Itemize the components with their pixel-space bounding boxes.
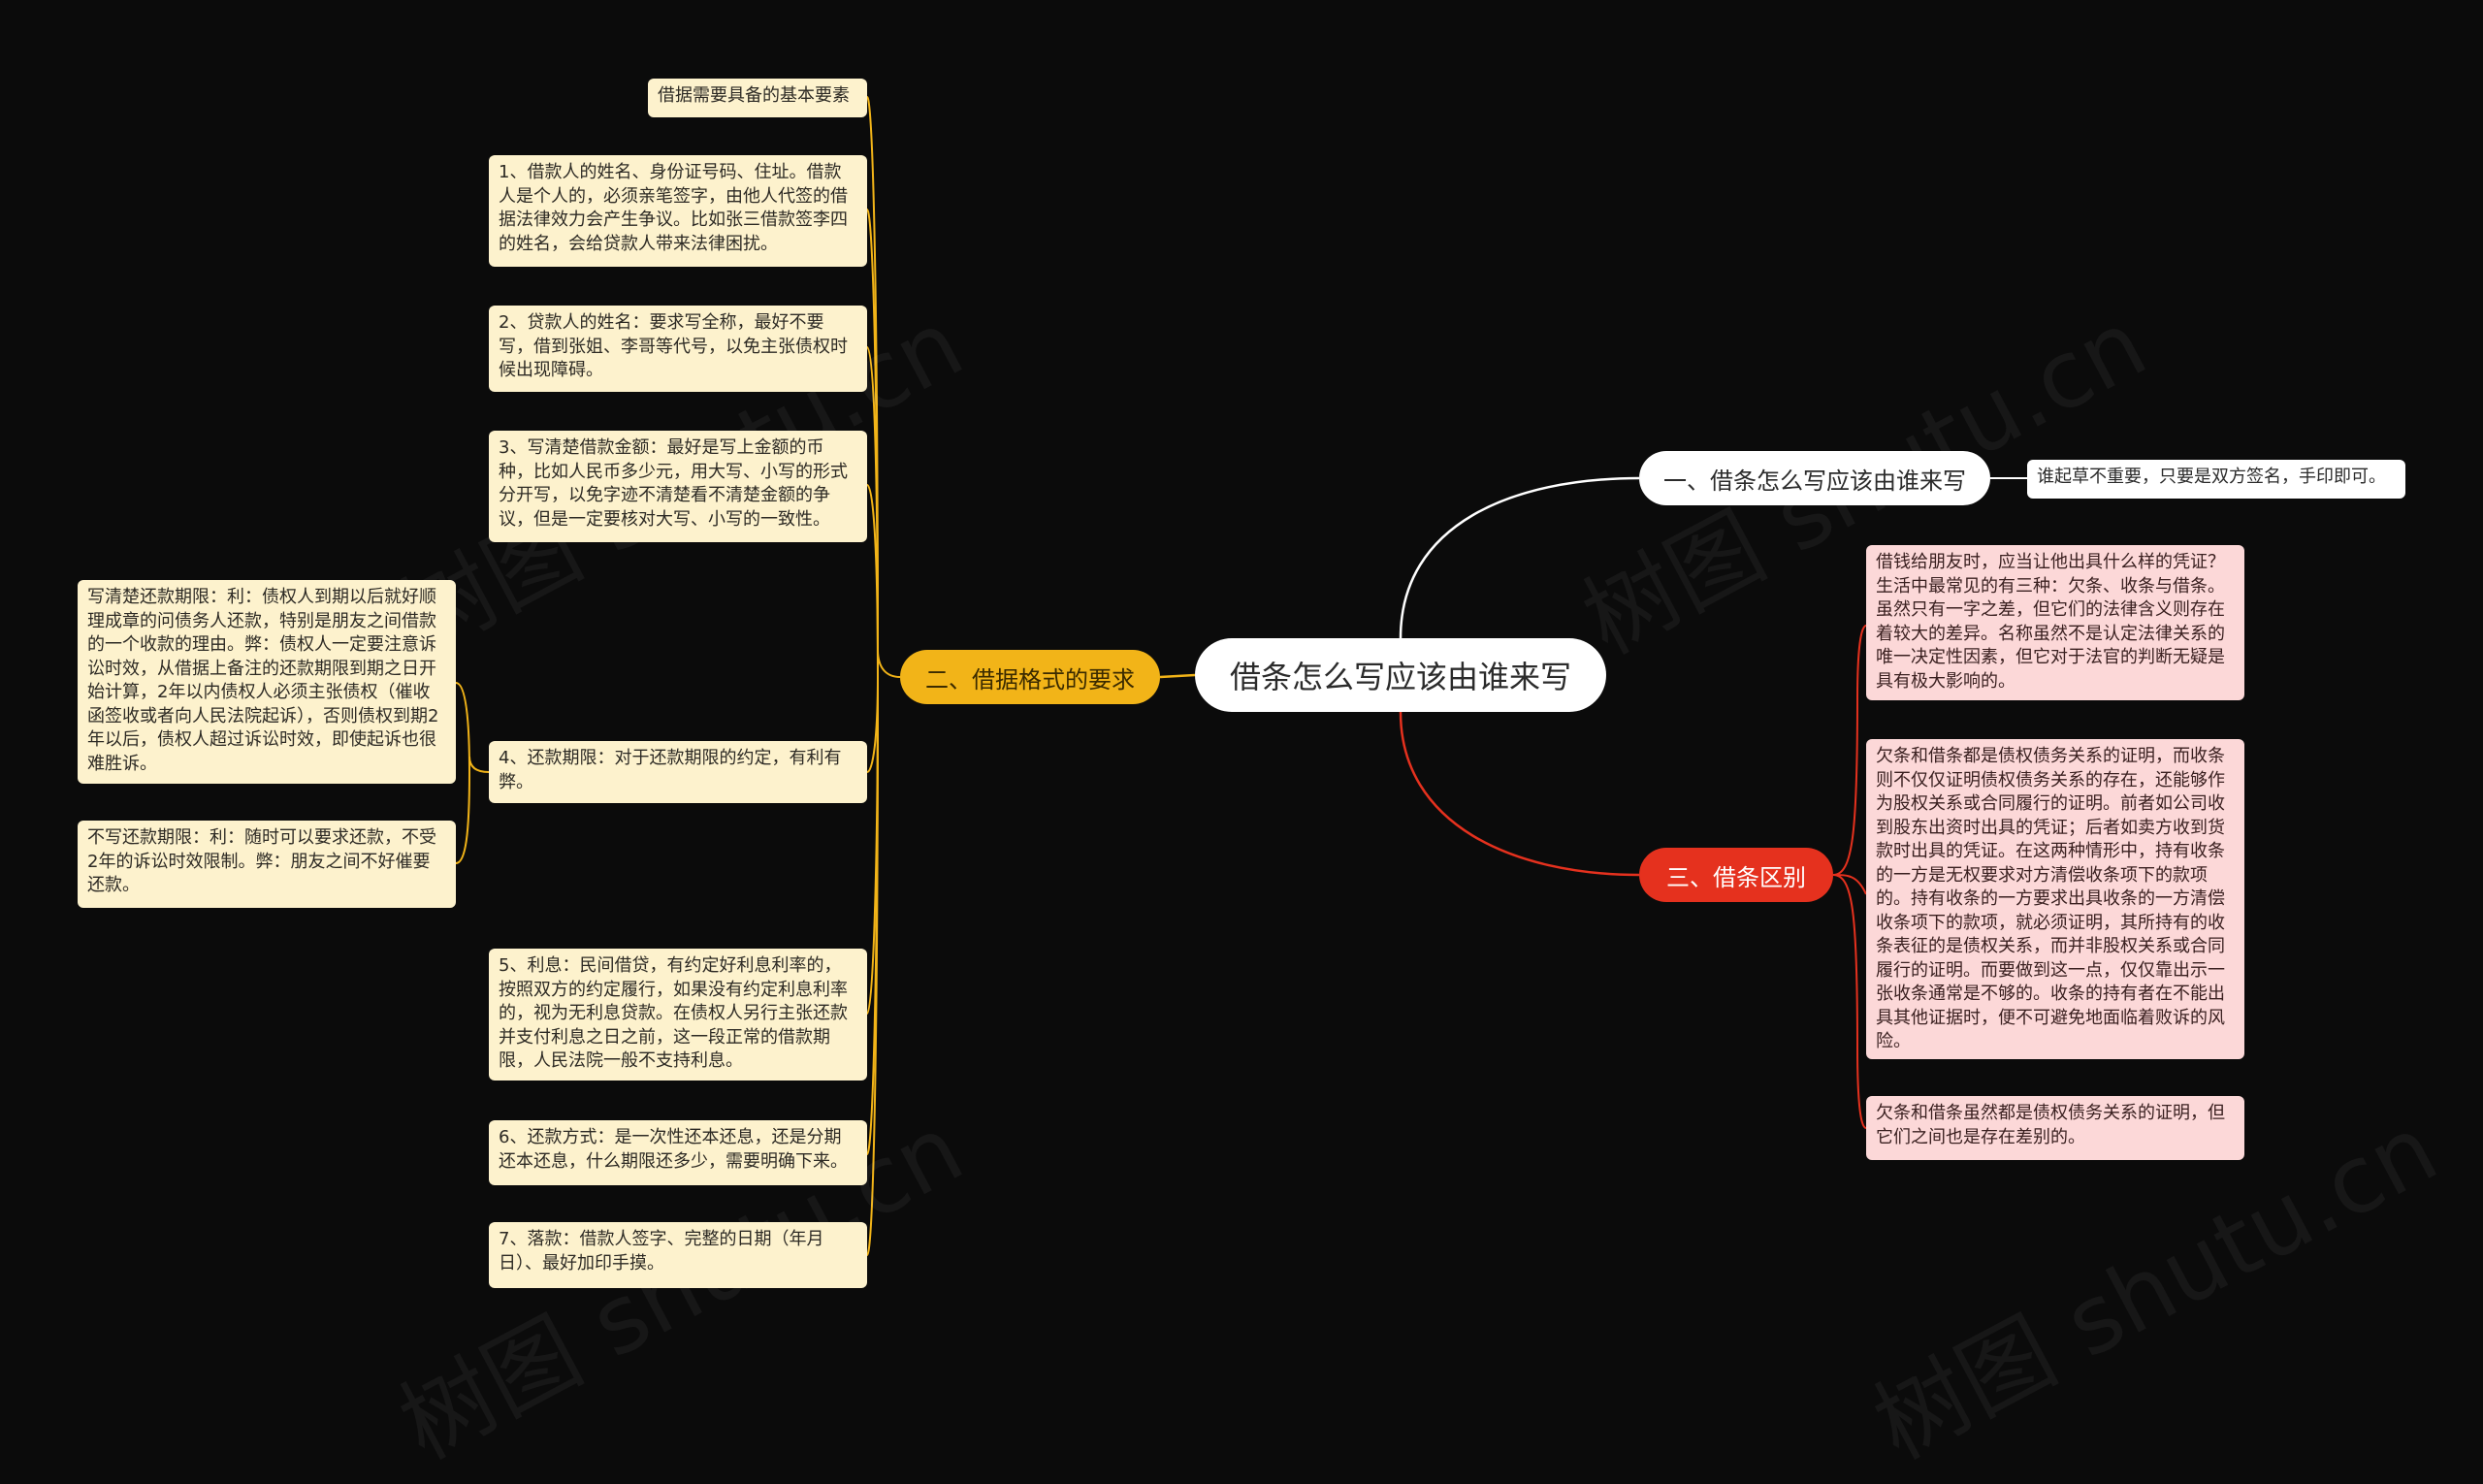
leaf-without-term[interactable]: 不写还款期限：利：随时可以要求还款，不受2年的诉讼时效限制。弊：朋友之间不好催要… xyxy=(78,821,456,908)
leaf-signature[interactable]: 7、落款：借款人签字、完整的日期（年月日）、最好加印手摸。 xyxy=(489,1222,867,1288)
link-root-right1 xyxy=(1399,476,1640,639)
leaf-with-term[interactable]: 写清楚还款期限：利：债权人到期以后就好顺理成章的问债务人还款，特别是朋友之间借款… xyxy=(78,580,456,784)
link-left-4 xyxy=(866,676,879,773)
mindmap-canvas: 树图 shutu.cn 树图 shutu.cn 树图 shutu.cn 树图 s… xyxy=(0,0,2483,1480)
leaf-loan-amount[interactable]: 3、写清楚借款金额：最好是写上金额的币种，比如人民币多少元，用大写、小写的形式分… xyxy=(489,431,867,542)
leaf-borrower-name[interactable]: 1、借款人的姓名、身份证号码、住址。借款人是个人的，必须亲笔签字，由他人代签的借… xyxy=(489,155,867,267)
link-root-left xyxy=(1159,673,1196,679)
leaf-repay-method[interactable]: 6、还款方式：是一次性还本还息，还是分期还本还息，什么期限还多少，需要明确下来。 xyxy=(489,1120,867,1185)
link-root-right3 xyxy=(1399,711,1640,877)
leaf-receipt-difference[interactable]: 欠条和借条都是债权债务关系的证明，而收条则不仅仅证明债权债务关系的存在，还能够作… xyxy=(1866,739,2244,1059)
root-topic[interactable]: 借条怎么写应该由谁来写 xyxy=(1195,638,1606,712)
link-left-spine xyxy=(877,649,901,678)
link-sub-1 xyxy=(455,771,470,864)
link-right3-0 xyxy=(1832,625,1867,876)
leaf-interest[interactable]: 5、利息：民间借贷，有约定好利息利率的，按照双方的约定履行，如果没有约定利息利率… xyxy=(489,949,867,1081)
branch-format-requirements[interactable]: 二、借据格式的要求 xyxy=(900,650,1160,704)
leaf-repay-term[interactable]: 4、还款期限：对于还款期限的约定，有利有弊。 xyxy=(489,741,867,803)
leaf-lender-name[interactable]: 2、贷款人的姓名：要求写全称，最好不要写，借到张姐、李哥等代号，以免主张债权时候… xyxy=(489,306,867,392)
leaf-three-types[interactable]: 借钱给朋友时，应当让他出具什么样的凭证？生活中最常见的有三种：欠条、收条与借条。… xyxy=(1866,545,2244,700)
leaf-iou-difference[interactable]: 欠条和借条虽然都是债权债务关系的证明，但它们之间也是存在差别的。 xyxy=(1866,1096,2244,1160)
leaf-who-drafts[interactable]: 谁起草不重要，只要是双方签名，手印即可。 xyxy=(2027,460,2405,499)
link-sub-0 xyxy=(455,682,470,773)
branch-difference[interactable]: 三、借条区别 xyxy=(1639,848,1833,902)
branch-who-writes[interactable]: 一、借条怎么写应该由谁来写 xyxy=(1639,451,1990,505)
link-right3-2 xyxy=(1832,874,1867,1129)
link-sub-spine xyxy=(468,756,490,773)
leaf-basic-elements[interactable]: 借据需要具备的基本要素 xyxy=(648,79,867,117)
